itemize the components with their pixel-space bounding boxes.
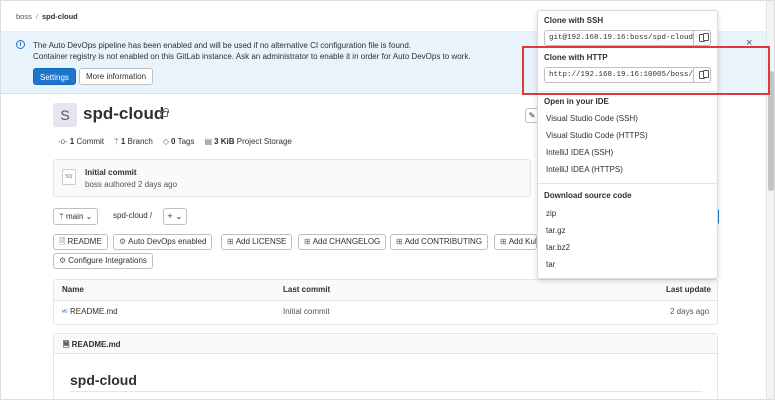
download-tar-bz2[interactable]: tar.bz2 bbox=[546, 243, 570, 252]
add-contributing-button[interactable]: ⊞ Add CONTRIBUTING bbox=[390, 234, 489, 250]
markdown-file-icon: ᴹᴰ bbox=[62, 310, 68, 316]
banner-message: The Auto DevOps pipeline has been enable… bbox=[33, 40, 471, 62]
ide-intellij-https[interactable]: IntelliJ IDEA (HTTPS) bbox=[546, 165, 623, 174]
column-last-commit: Last commit bbox=[283, 285, 331, 294]
plus-icon: ⊞ bbox=[227, 237, 234, 246]
breadcrumb-group-link[interactable]: boss bbox=[16, 12, 32, 21]
tags-stat[interactable]: ◇ 0 Tags bbox=[163, 137, 195, 146]
ide-vscode-ssh[interactable]: Visual Studio Code (SSH) bbox=[546, 114, 638, 123]
more-information-button[interactable]: More information bbox=[79, 68, 154, 85]
copy-ssh-button[interactable] bbox=[693, 30, 711, 46]
storage-stat[interactable]: ▤ 3 KiB Project Storage bbox=[204, 137, 291, 146]
tag-icon: ◇ bbox=[162, 137, 170, 146]
storage-icon: ▤ bbox=[204, 137, 213, 146]
branch-icon: ᛘ bbox=[59, 212, 64, 221]
project-stats: -o- 1 Commit ᛘ1 Branch ◇ 0 Tags ▤ 3 KiB Pro… bbox=[58, 137, 292, 146]
table-row[interactable]: ᴹᴰ README.md bbox=[62, 307, 118, 316]
download-section-label: Download source code bbox=[544, 191, 632, 200]
dropdown-divider bbox=[538, 183, 717, 184]
add-changelog-button[interactable]: ⊞ Add CHANGELOG bbox=[298, 234, 387, 250]
gear-icon: ⚙ bbox=[119, 237, 127, 246]
copy-icon bbox=[699, 34, 705, 42]
download-tar[interactable]: tar bbox=[546, 260, 555, 269]
banner-line-2: Container registry is not enabled on thi… bbox=[33, 52, 471, 61]
info-icon: i bbox=[16, 40, 25, 49]
project-avatar: S bbox=[53, 103, 77, 127]
commit-title-link[interactable]: Initial commit bbox=[85, 168, 137, 177]
readme-heading: spd-cloud bbox=[70, 372, 137, 388]
breadcrumb-project-link[interactable]: spd-cloud bbox=[42, 12, 78, 21]
latest-commit-box bbox=[53, 159, 531, 197]
file-icon: 🗎 bbox=[59, 237, 66, 246]
row-last-commit[interactable]: Initial commit bbox=[283, 307, 330, 316]
ide-vscode-https[interactable]: Visual Studio Code (HTTPS) bbox=[546, 131, 648, 140]
lock-icon bbox=[161, 108, 169, 117]
add-file-button[interactable]: + ⌄ bbox=[163, 208, 187, 225]
file-name-link[interactable]: README.md bbox=[70, 307, 118, 316]
commit-meta: boss authored 2 days ago bbox=[85, 180, 178, 189]
commits-stat[interactable]: -o- 1 Commit bbox=[58, 137, 104, 146]
branches-stat[interactable]: ᛘ1 Branch bbox=[114, 137, 153, 146]
page-frame: boss / spd-cloud i The Auto DevOps pipel… bbox=[0, 0, 775, 400]
gear-icon: ⚙ bbox=[59, 256, 67, 265]
readme-button[interactable]: 🗎 README bbox=[53, 234, 108, 250]
chevron-down-icon: ⌄ bbox=[85, 212, 93, 221]
auto-devops-button[interactable]: ⚙ Auto DevOps enabled bbox=[113, 234, 213, 250]
configure-integrations-button[interactable]: ⚙ Configure Integrations bbox=[53, 253, 153, 269]
page-title: spd-cloud bbox=[83, 104, 165, 123]
ide-section-label: Open in your IDE bbox=[544, 97, 609, 106]
http-clone-highlight-box bbox=[522, 46, 770, 95]
download-zip[interactable]: zip bbox=[546, 209, 556, 218]
file-icon: 🗎 bbox=[63, 340, 70, 349]
clone-ssh-label: Clone with SSH bbox=[544, 16, 604, 25]
row-last-update: 2 days ago bbox=[670, 307, 710, 316]
plus-icon: ⊞ bbox=[500, 237, 507, 246]
breadcrumb-separator: / bbox=[35, 12, 38, 21]
column-name: Name bbox=[62, 285, 84, 294]
settings-button[interactable]: Settings bbox=[33, 68, 76, 85]
repo-path: spd-cloud / bbox=[113, 211, 153, 220]
avatar[interactable]: 50( bbox=[62, 169, 76, 185]
readme-divider bbox=[70, 391, 702, 392]
branch-selector[interactable]: ᛘ main ⌄ bbox=[53, 208, 99, 225]
file-table-header bbox=[54, 280, 717, 301]
breadcrumb: boss / spd-cloud bbox=[16, 12, 78, 21]
add-license-button[interactable]: ⊞ Add LICENSE bbox=[221, 234, 293, 250]
ide-intellij-ssh[interactable]: IntelliJ IDEA (SSH) bbox=[546, 148, 613, 157]
plus-icon: ⊞ bbox=[396, 237, 403, 246]
banner-line-1: The Auto DevOps pipeline has been enable… bbox=[33, 41, 412, 50]
add-kubernetes-button[interactable]: ⊞Add Kubernetes cluster bbox=[494, 234, 537, 250]
commit-icon: -o- bbox=[58, 137, 68, 146]
readme-filename[interactable]: 🗎 README.md bbox=[63, 339, 121, 353]
readme-header bbox=[54, 334, 717, 354]
plus-icon: ⊞ bbox=[304, 237, 311, 246]
download-tar-gz[interactable]: tar.gz bbox=[546, 226, 566, 235]
column-last-update: Last update bbox=[666, 285, 711, 294]
branch-icon: ᛘ bbox=[114, 137, 119, 146]
clone-ssh-input[interactable]: git@192.168.19.16:boss/spd-cloud.git bbox=[544, 30, 694, 46]
